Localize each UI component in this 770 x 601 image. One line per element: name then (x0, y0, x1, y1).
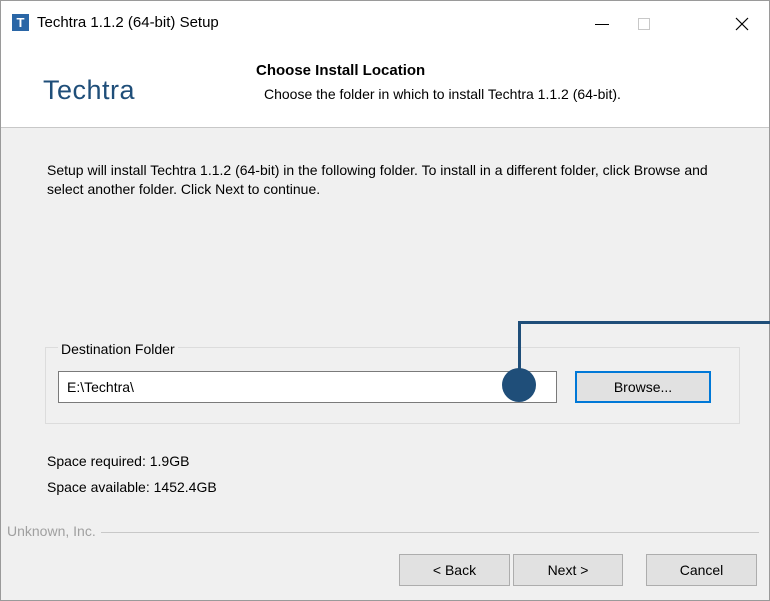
maximize-button[interactable] (621, 7, 667, 41)
destination-path-input[interactable] (58, 371, 557, 403)
brand-logo: Techtra (43, 75, 136, 105)
title-bar[interactable]: T Techtra 1.1.2 (64-bit) Setup (1, 1, 769, 53)
destination-folder-label: Destination Folder (58, 341, 178, 357)
callout-line-vertical (518, 321, 521, 371)
callout-marker (502, 368, 536, 402)
page-title: Choose Install Location (256, 62, 426, 79)
window-title: Techtra 1.1.2 (64-bit) Setup (37, 14, 219, 31)
cancel-button[interactable]: Cancel (646, 554, 757, 586)
intro-text: Setup will install Techtra 1.1.2 (64-bit… (47, 162, 708, 197)
callout-line-horizontal (518, 321, 770, 324)
vendor-label: Unknown, Inc. (7, 523, 101, 539)
back-button[interactable]: < Back (399, 554, 510, 586)
minimize-icon (595, 23, 609, 25)
maximize-icon (638, 18, 650, 30)
space-available: Space available: 1452.4GB (47, 479, 217, 495)
wizard-header: Techtra Choose Install Location Choose t… (1, 53, 769, 128)
close-button[interactable] (719, 7, 765, 41)
app-icon: T (12, 14, 29, 31)
page-subtitle: Choose the folder in which to install Te… (264, 86, 621, 102)
installer-window: T Techtra 1.1.2 (64-bit) Setup Techtra C… (0, 0, 770, 601)
space-required: Space required: 1.9GB (47, 453, 190, 469)
next-button[interactable]: Next > (513, 554, 623, 586)
footer-divider (9, 532, 759, 533)
browse-button[interactable]: Browse... (575, 371, 711, 403)
close-icon (735, 17, 749, 31)
minimize-button[interactable] (579, 7, 625, 41)
